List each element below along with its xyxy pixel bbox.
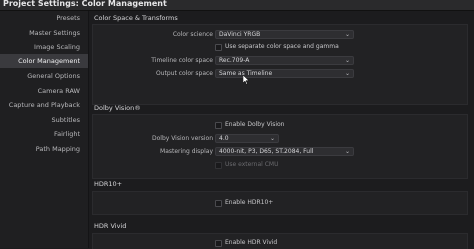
dolby-version-dropdown[interactable]: 4.0 ⌄ [215,134,279,143]
color-science-dropdown[interactable]: DaVinci YRGB ⌄ [215,30,354,39]
enable-dolby-vision-label: Enable Dolby Vision [225,121,285,128]
hdr-vivid-panel: Enable HDR Vivid [92,233,468,249]
chevron-down-icon: ⌄ [344,31,350,38]
timeline-color-space-label: Timeline color space [151,57,213,64]
dolby-version-label: Dolby Vision version [151,135,213,142]
sidebar-item-fairlight[interactable]: Fairlight [54,130,80,138]
sidebar-item-path-mapping[interactable]: Path Mapping [36,145,80,153]
title-bar: Project Settings: Color Management [0,0,474,11]
output-color-space-dropdown[interactable]: Same as Timeline ⌄ [215,69,354,78]
timeline-color-space-dropdown[interactable]: Rec.709-A ⌄ [215,56,354,65]
settings-sidebar: Presets Master Settings Image Scaling Co… [0,11,89,248]
settings-main: Color Space & Transforms Color science D… [89,11,474,249]
color-science-value: DaVinci YRGB [219,31,261,38]
mastering-display-label: Mastering display [160,148,213,155]
mastering-display-value: 4000-nit, P3, D65, ST.2084, Full [219,148,314,155]
dolby-version-value: 4.0 [219,135,229,142]
mastering-display-dropdown[interactable]: 4000-nit, P3, D65, ST.2084, Full ⌄ [215,147,354,156]
sidebar-item-subtitles[interactable]: Subtitles [52,116,80,124]
sidebar-item-presets[interactable]: Presets [56,14,80,22]
enable-hdr-vivid-label: Enable HDR Vivid [225,239,278,246]
separate-gamma-checkbox[interactable] [215,44,222,51]
sidebar-item-camera-raw[interactable]: Camera RAW [38,87,80,95]
chevron-down-icon: ⌄ [344,70,350,77]
enable-hdr-vivid-checkbox[interactable] [215,240,222,247]
sidebar-item-capture-playback[interactable]: Capture and Playback [9,101,80,109]
sidebar-item-color-management[interactable]: Color Management [0,54,88,68]
external-cmu-label: Use external CMU [225,161,279,168]
sidebar-item-image-scaling[interactable]: Image Scaling [34,43,80,51]
mouse-cursor-icon [243,75,249,85]
chevron-down-icon: ⌄ [344,148,350,155]
separate-gamma-label: Use separate color space and gamma [225,43,339,50]
sidebar-item-master-settings[interactable]: Master Settings [29,29,80,37]
enable-hdr10-label: Enable HDR10+ [225,199,274,206]
timeline-color-space-value: Rec.709-A [219,57,250,64]
section-title-hdr-vivid: HDR Vivid [94,222,127,230]
section-title-hdr10: HDR10+ [94,180,123,188]
section-title-color-space: Color Space & Transforms [94,14,178,22]
output-color-space-label: Output color space [155,70,213,77]
dolby-vision-panel: Enable Dolby Vision Dolby Vision version… [92,114,468,179]
chevron-down-icon: ⌄ [344,57,350,64]
color-space-panel: Color science DaVinci YRGB ⌄ Use separat… [92,24,468,105]
section-title-dolby-vision: Dolby Vision® [94,104,141,112]
enable-hdr10-checkbox[interactable] [215,200,222,207]
external-cmu-checkbox[interactable] [215,162,222,169]
color-science-label: Color science [172,31,213,38]
sidebar-item-general-options[interactable]: General Options [27,72,80,80]
chevron-down-icon: ⌄ [269,135,275,142]
enable-dolby-vision-checkbox[interactable] [215,122,222,129]
hdr10-panel: Enable HDR10+ [92,191,468,215]
window-title: Project Settings: Color Management [3,0,167,8]
